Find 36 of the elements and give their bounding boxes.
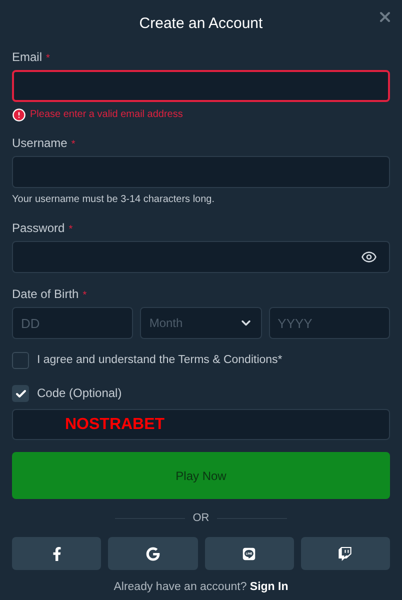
month-select[interactable]: Month — [140, 307, 262, 339]
field-label: Password — [12, 221, 65, 235]
twitch-icon — [338, 546, 352, 560]
checkbox[interactable] — [12, 385, 29, 402]
text-field[interactable] — [12, 70, 390, 102]
social-login-button[interactable] — [108, 537, 198, 570]
field-label: Username — [12, 136, 68, 150]
code-label: Code (Optional) — [37, 385, 122, 402]
required-mark: * — [68, 223, 73, 237]
password-field[interactable] — [12, 241, 390, 273]
or-divider: OR — [192, 511, 210, 525]
sign-in-prompt: Already have an account? Sign In — [114, 580, 288, 594]
social-login-button[interactable] — [204, 537, 294, 570]
terms-label: I agree and understand the Terms & Conditions* — [37, 353, 282, 368]
dialog-title: Create an Account — [139, 14, 263, 34]
required-mark: * — [82, 289, 87, 303]
social-login-button[interactable] — [300, 537, 390, 570]
required-mark: * — [71, 138, 76, 152]
text-field[interactable] — [12, 156, 390, 188]
error-message: Please enter a valid email address — [30, 108, 183, 122]
date-field[interactable]: YYYY — [268, 307, 390, 339]
field-label: Email — [12, 50, 42, 64]
checkbox[interactable] — [12, 352, 29, 369]
sign-in-link[interactable]: Sign In — [250, 581, 288, 593]
check-icon — [14, 388, 26, 400]
close-icon[interactable] — [377, 9, 393, 25]
google-icon — [146, 546, 160, 560]
field-label: Date of Birth — [12, 287, 79, 301]
hint-text: Your username must be 3-14 characters long. — [12, 193, 216, 207]
code-field[interactable]: NOSTRABET — [12, 409, 390, 440]
line-icon — [242, 546, 256, 560]
date-field[interactable]: DD — [12, 307, 134, 339]
eye-icon[interactable] — [361, 249, 377, 265]
required-mark: * — [46, 52, 50, 66]
alert-icon — [12, 108, 26, 122]
play-now-button[interactable]: Play Now — [12, 452, 390, 499]
